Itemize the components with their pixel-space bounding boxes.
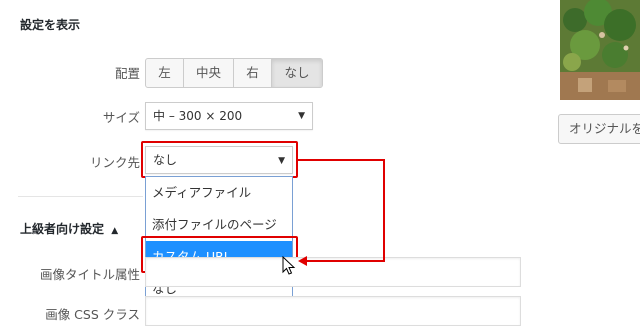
image-preview bbox=[560, 0, 640, 100]
original-size-button[interactable]: オリジナルを bbox=[558, 114, 640, 144]
original-size-button-label: オリジナルを bbox=[569, 121, 640, 136]
mouse-cursor-icon bbox=[282, 256, 296, 275]
annotation-arrow bbox=[298, 159, 385, 266]
